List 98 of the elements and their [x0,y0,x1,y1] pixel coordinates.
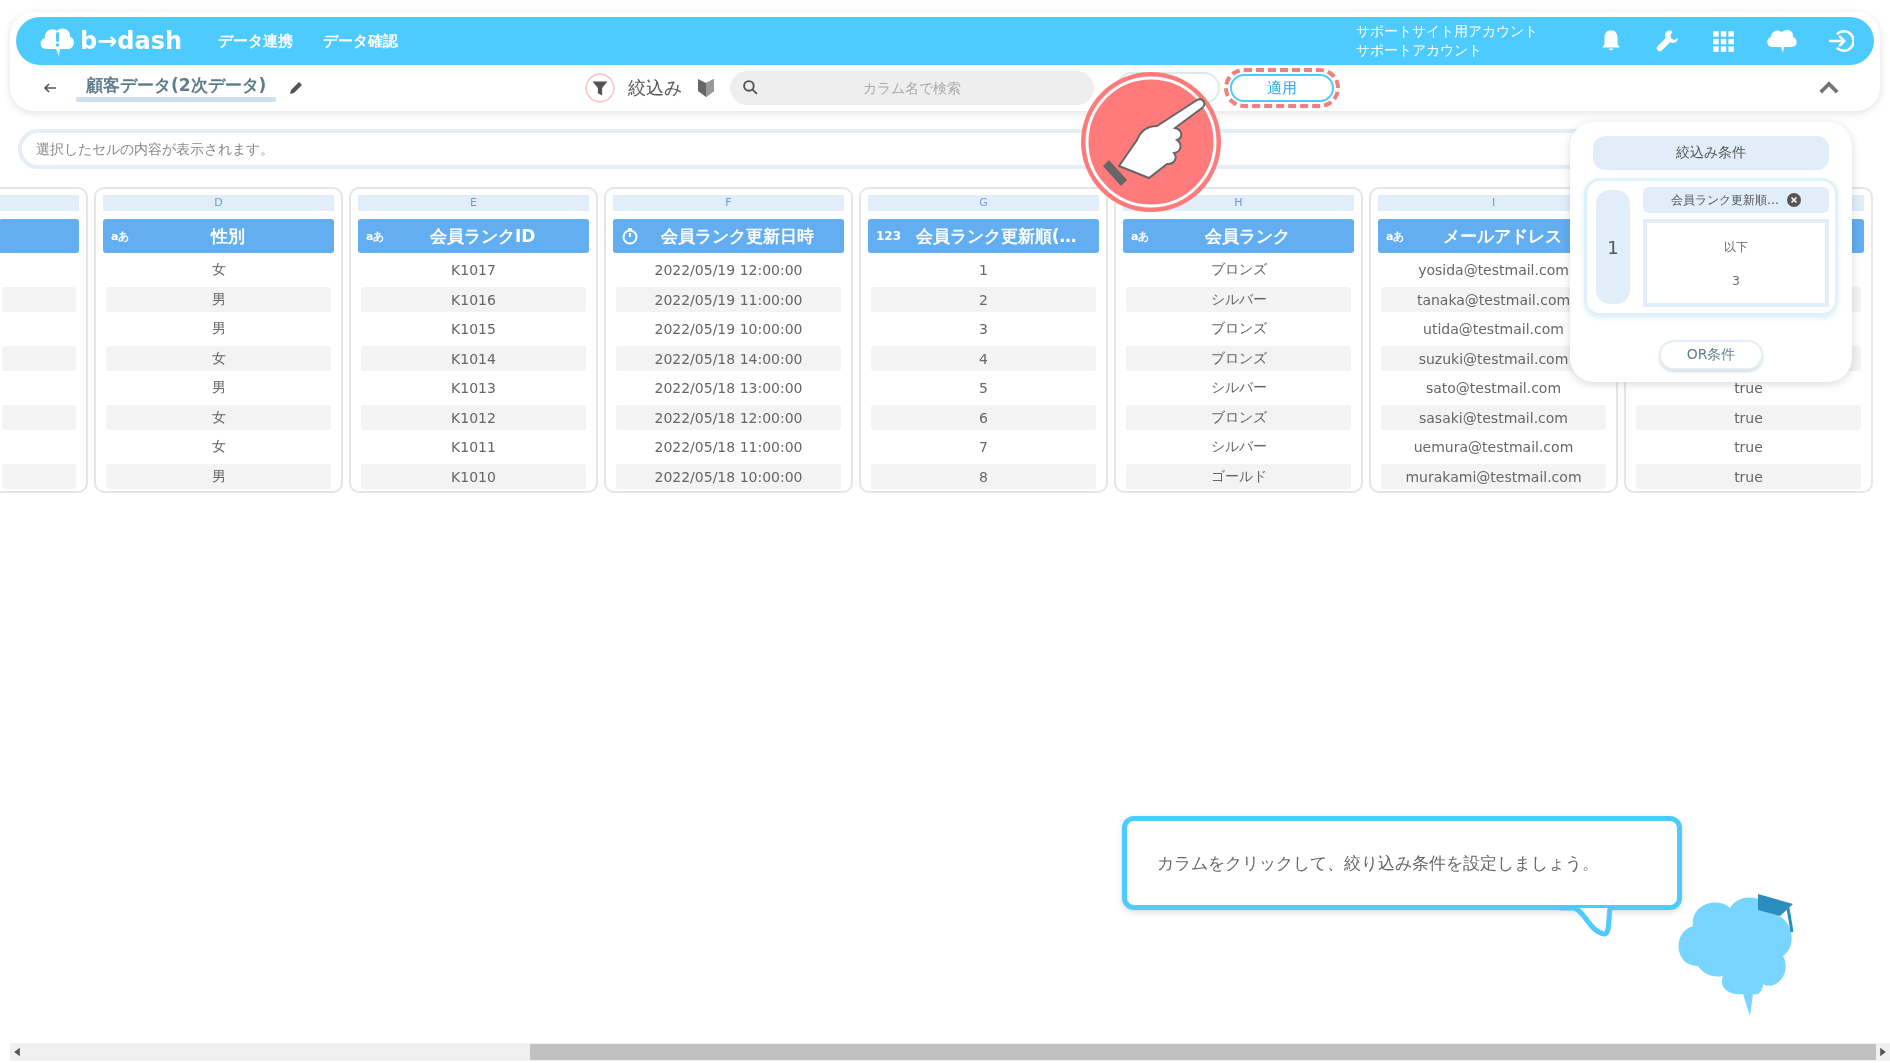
table-cell: K1016 [361,287,586,312]
column-header[interactable]: 会員ランク更新日時 [613,219,844,253]
table-cell: 4 [871,346,1096,371]
table-cell: ゴールド [1126,464,1351,489]
condition-value: 3 [1732,273,1740,288]
account-name: サポートサイト用アカウント [1356,22,1538,41]
dataset-title[interactable]: 顧客データ(2次データ) [76,74,277,102]
table-cell-text: 女 [210,260,227,279]
condition-operator: 以下 [1724,238,1748,256]
table-cell-text: K1015 [450,320,497,339]
search-field[interactable]: カラム名で検索 [730,71,1095,105]
table-cell: true [1636,405,1861,430]
table-cell-text: 2022/05/19 12:00:00 [653,261,804,280]
table-cell: K1012 [361,405,586,430]
column-letter: H [1234,196,1243,209]
table-cell-text: 7 [978,438,989,457]
table-cell-text: sato@testmail.com [1424,379,1563,398]
table-cell: 8 [871,464,1096,489]
column-title: 会員ランク [1204,224,1292,248]
table-cell-text: yosida@testmail.com [1417,261,1570,280]
table-cell-text: 2022/05/18 13:00:00 [653,379,804,398]
table-cell-text: ブロンズ [1209,319,1268,338]
table-cell-text: 男 [210,319,227,338]
column-header[interactable]: aあ 会員ランクID [358,219,589,253]
filter-icon[interactable] [584,72,617,104]
column-title: 会員ランク更新順(… [914,224,1078,248]
table-cell-text: true [1733,379,1764,398]
table-cell: K1010 [361,464,586,489]
column-title: 性別 [209,224,246,248]
table-cell: 2 [871,287,1096,312]
table-cell-text: シルバー [1209,437,1268,456]
table-cell: ブロンズ [1126,405,1351,430]
panel-title: 絞込み条件 [1593,136,1829,170]
table-cell-text: 5 [978,379,989,398]
type-label: aあ [1386,228,1405,244]
table-cell-text: 1 [978,261,989,280]
table-cell-text: 2022/05/19 10:00:00 [653,320,804,339]
table-cell: ブロンズ [1126,346,1351,371]
nav-link[interactable]: データ連携 [218,31,294,51]
table-cell: シルバー [1126,287,1351,312]
table-cell: 2022/05/18 14:00:00 [616,346,841,371]
table-cell-text: K1011 [450,438,497,457]
table-cell: 2022/05/18 12:00:00 [616,405,841,430]
table-cell: murakami@testmail.com [1381,464,1606,489]
type-label: 123 [876,229,902,243]
group-number: 1 [1593,187,1633,307]
table-cell: 男 [106,287,331,312]
table-cell: 2022/05/18 10:00:00 [616,464,841,489]
hint-text: カラムをクリックして、絞り込み条件を設定しましょう。 [1157,851,1599,875]
table-cell-text: 女 [210,437,227,456]
table-cell-text: 2022/05/18 11:00:00 [653,438,804,457]
apply-button[interactable]: 適用 [1230,74,1335,102]
column-letter: F [725,196,732,209]
table-cell: true [1636,464,1861,489]
table-cell: 男 [106,464,331,489]
search-icon [742,79,760,96]
filter-label: 絞込み [628,76,683,100]
table-cell-text: ブロンズ [1209,260,1268,279]
table-cell-text: K1013 [450,379,497,398]
column-letter: G [979,196,988,209]
column-header[interactable]: aあ 会員ランク [1123,219,1354,253]
table-cell: 女 [106,346,331,371]
table-cell-text: シルバー [1209,378,1268,397]
type-label: aあ [366,228,385,244]
table-cell-text: K1017 [450,261,497,280]
table-cell-text: 3 [978,320,989,339]
horizontal-scrollbar[interactable] [10,1043,1890,1061]
table-cell: sasaki@testmail.com [1381,405,1606,430]
table-cell: 6 [871,405,1096,430]
type-label: aあ [1131,228,1150,244]
column-header[interactable]: 123 会員ランク更新順(… [868,219,1099,253]
close-icon[interactable] [1787,193,1801,207]
condition-column-name: 会員ランク更新順… [1671,191,1779,209]
table-cell: 2022/05/19 11:00:00 [616,287,841,312]
table-cell-text: 男 [210,378,227,397]
table-cell: 女 [106,405,331,430]
nav-link[interactable]: データ確認 [323,31,399,51]
clock-icon [621,227,639,245]
column-title: メールアドレス [1442,224,1564,248]
or-condition-button[interactable]: OR条件 [1659,340,1763,370]
column-letter: E [470,196,477,209]
account-name: サポートアカウント [1356,41,1483,60]
table-cell-text: utida@testmail.com [1422,320,1565,339]
logo[interactable]: b→dash [80,27,183,55]
column-title: 会員ランクID [429,224,537,248]
pencil-icon[interactable] [288,80,305,96]
table-cell-text: true [1733,438,1764,457]
table-cell-text: uemura@testmail.com [1412,438,1575,457]
column-letter: I [1491,196,1496,209]
beginner-mark-icon[interactable] [696,77,717,99]
table-cell: K1014 [361,346,586,371]
column-letter: D [214,196,223,209]
column-header[interactable]: aあ 性別 [103,219,334,253]
scrollbar-thumb[interactable] [530,1044,1876,1060]
condition-column[interactable]: 会員ランク更新順… [1643,187,1829,213]
type-label: aあ [111,228,130,244]
column-title: 会員ランク更新日時 [660,224,815,248]
condition-box[interactable]: 以下 3 [1643,219,1829,307]
